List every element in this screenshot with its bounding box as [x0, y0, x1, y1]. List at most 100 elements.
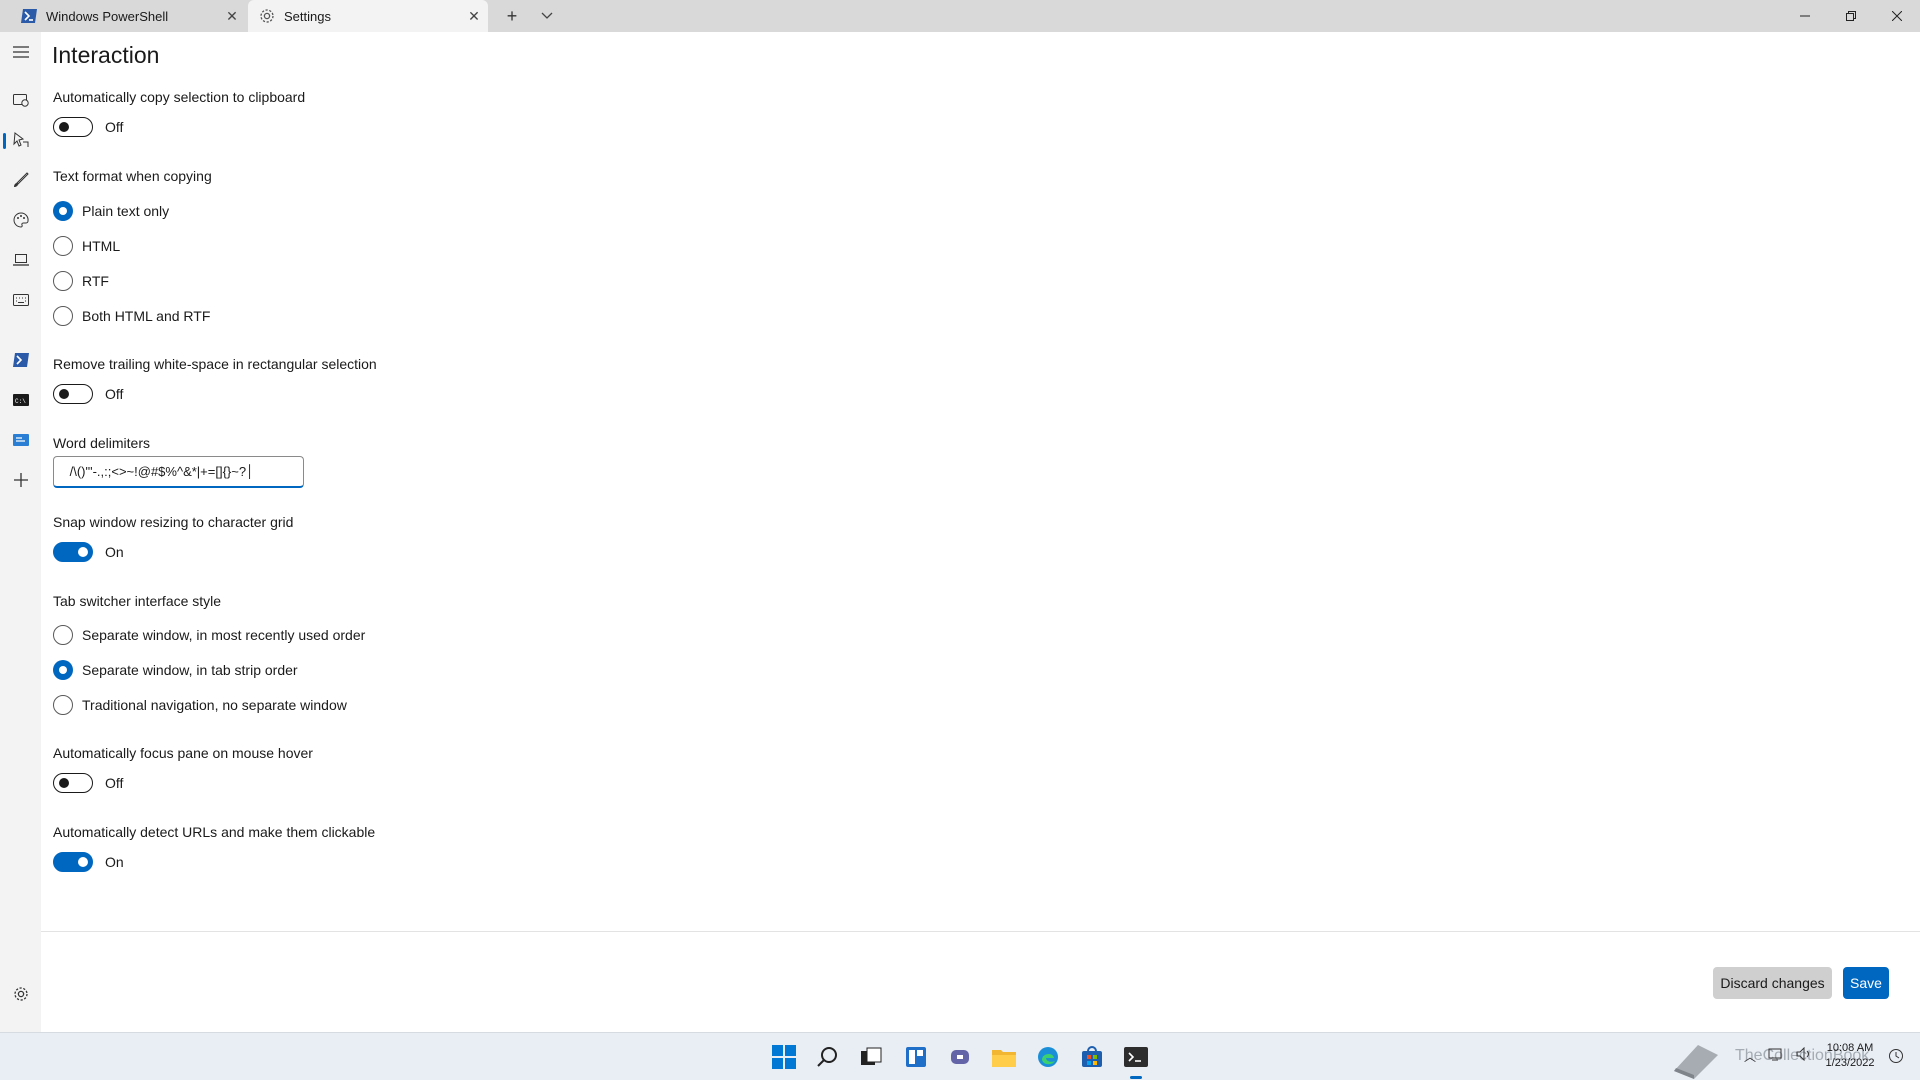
radio-rtf[interactable]: RTF	[53, 270, 109, 292]
radio-button[interactable]	[53, 306, 73, 326]
title-bar: Windows PowerShell ✕ Settings ✕ +	[0, 0, 1920, 32]
focus-pane-hover-toggle[interactable]: Off	[53, 773, 123, 793]
close-tab-icon[interactable]: ✕	[218, 8, 246, 25]
toggle-state-text: Off	[105, 386, 124, 402]
close-tab-icon[interactable]: ✕	[460, 8, 488, 25]
widgets-button[interactable]	[900, 1041, 932, 1073]
radio-label: Separate window, in tab strip order	[82, 662, 298, 678]
startup-icon	[12, 94, 29, 107]
radio-button[interactable]	[53, 271, 73, 291]
new-tab-button[interactable]: +	[500, 0, 524, 32]
network-icon[interactable]	[1768, 1047, 1784, 1066]
notification-icon[interactable]	[1888, 1048, 1904, 1069]
chevron-down-icon	[541, 12, 553, 19]
radio-most-recently-used[interactable]: Separate window, in most recently used o…	[53, 624, 365, 646]
copy-on-select-toggle[interactable]: Off	[53, 117, 123, 137]
open-json-settings-icon	[13, 987, 28, 1001]
file-explorer-button[interactable]	[988, 1041, 1020, 1073]
folder-icon	[992, 1050, 1016, 1067]
edge-browser-icon	[1038, 1047, 1058, 1067]
powershell-icon	[20, 7, 38, 25]
radio-button[interactable]	[53, 201, 73, 221]
radio-tab-strip-order[interactable]: Separate window, in tab strip order	[53, 659, 298, 681]
nav-actions[interactable]	[0, 284, 41, 316]
tab-settings[interactable]: Settings ✕	[248, 0, 488, 32]
radio-button[interactable]	[53, 625, 73, 645]
toggle-switch[interactable]	[53, 852, 93, 872]
radio-plain-text-only[interactable]: Plain text only	[53, 200, 169, 222]
clock-time: 10:08 AM	[1826, 1042, 1874, 1054]
discard-changes-button[interactable]: Discard changes	[1713, 967, 1832, 999]
page-title: Interaction	[52, 42, 160, 68]
system-clock[interactable]: 10:08 AM 1/23/2022	[1820, 1041, 1880, 1071]
search-button[interactable]	[812, 1041, 844, 1073]
close-window-button[interactable]	[1874, 0, 1920, 32]
nav-profile-azure[interactable]	[0, 424, 41, 456]
nav-startup[interactable]	[0, 84, 41, 116]
trim-whitespace-toggle[interactable]: Off	[53, 384, 123, 404]
appearance-brush-icon	[13, 172, 29, 187]
focus-pane-hover-label: Automatically focus pane on mouse hover	[53, 745, 313, 761]
chat-icon	[951, 1050, 969, 1064]
save-button[interactable]: Save	[1843, 967, 1889, 999]
toggle-switch[interactable]	[53, 117, 93, 137]
tab-dropdown-button[interactable]	[535, 0, 559, 32]
chevron-up-icon[interactable]: ︿	[1744, 1048, 1756, 1065]
radio-button[interactable]	[53, 236, 73, 256]
nav-interaction[interactable]	[0, 124, 41, 156]
settings-content: Interaction Automatically copy selection…	[41, 32, 1920, 1032]
close-icon	[1892, 11, 1902, 21]
toggle-switch[interactable]	[53, 773, 93, 793]
tab-windows-powershell[interactable]: Windows PowerShell ✕	[0, 0, 246, 32]
toggle-switch[interactable]	[53, 384, 93, 404]
toggle-state-text: On	[105, 854, 124, 870]
gear-icon	[258, 7, 276, 25]
toggle-state-text: Off	[105, 775, 124, 791]
rendering-laptop-icon	[12, 254, 29, 266]
trim-whitespace-label: Remove trailing white-space in rectangul…	[53, 356, 377, 372]
nav-color-schemes[interactable]	[0, 204, 41, 236]
nav-profile-command-prompt[interactable]: C:\	[0, 384, 41, 416]
nav-rendering[interactable]	[0, 244, 41, 276]
windows-terminal-button[interactable]	[1120, 1041, 1152, 1079]
restore-button[interactable]	[1828, 0, 1874, 32]
tab-label: Settings	[284, 8, 331, 24]
restore-icon	[1846, 11, 1856, 21]
detect-urls-toggle[interactable]: On	[53, 852, 124, 872]
task-view-icon	[861, 1047, 882, 1065]
settings-navigation: C:\	[0, 32, 41, 1032]
copy-on-select-label: Automatically copy selection to clipboar…	[53, 89, 306, 105]
toggle-state-text: Off	[105, 119, 124, 135]
nav-appearance[interactable]	[0, 164, 41, 196]
add-profile-button[interactable]	[0, 464, 41, 496]
edge-browser-button[interactable]	[1032, 1041, 1064, 1073]
minimize-icon	[1800, 15, 1810, 17]
powershell-profile-icon	[12, 353, 29, 367]
search-icon	[817, 1047, 837, 1067]
word-delimiters-label: Word delimiters	[53, 435, 150, 451]
detect-urls-label: Automatically detect URLs and make them …	[53, 824, 376, 840]
snap-resize-toggle[interactable]: On	[53, 542, 124, 562]
radio-both-html-and-rtf[interactable]: Both HTML and RTF	[53, 305, 210, 327]
volume-icon[interactable]	[1796, 1046, 1812, 1066]
radio-label: HTML	[82, 238, 121, 254]
minimize-button[interactable]	[1782, 0, 1828, 32]
radio-traditional-navigation[interactable]: Traditional navigation, no separate wind…	[53, 694, 347, 716]
start-button[interactable]	[768, 1041, 800, 1073]
svg-text:C:\: C:\	[15, 398, 26, 405]
radio-html[interactable]: HTML	[53, 235, 120, 257]
nav-profile-powershell[interactable]	[0, 344, 41, 376]
radio-button[interactable]	[53, 660, 73, 680]
microsoft-store-button[interactable]	[1076, 1041, 1108, 1073]
store-icon	[1082, 1046, 1102, 1067]
hamburger-menu-icon[interactable]	[0, 36, 41, 68]
toggle-switch[interactable]	[53, 542, 93, 562]
add-profile-icon	[13, 473, 28, 487]
teams-chat-button[interactable]	[944, 1041, 976, 1073]
word-delimiters-input[interactable]	[53, 456, 304, 488]
task-view-button[interactable]	[855, 1041, 887, 1073]
system-tray: ︿	[1744, 1046, 1812, 1066]
radio-button[interactable]	[53, 695, 73, 715]
actions-keyboard-icon	[12, 294, 29, 306]
open-json-settings-button[interactable]	[0, 978, 41, 1010]
